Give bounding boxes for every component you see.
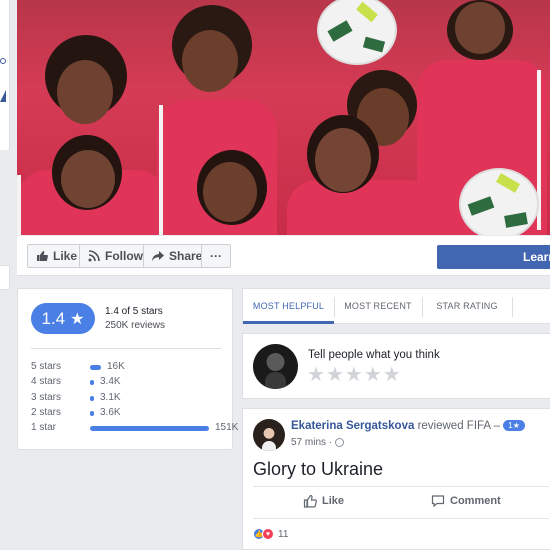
rate-5-stars[interactable]: ★ bbox=[383, 365, 401, 385]
rating-distribution-row[interactable]: 2 stars 3.6K bbox=[31, 407, 226, 421]
child-face bbox=[203, 162, 257, 222]
love-reaction-icon: ♥ bbox=[262, 528, 274, 540]
reaction-summary[interactable]: 👍 ♥ 11 bbox=[253, 528, 288, 540]
rate-2-stars[interactable]: ★ bbox=[326, 365, 344, 385]
review-comment-label: Comment bbox=[450, 495, 501, 507]
distribution-bar bbox=[90, 410, 94, 416]
distribution-count: 3.4K bbox=[100, 376, 121, 388]
rating-badge: 1★ bbox=[503, 420, 525, 431]
distribution-label: 5 stars bbox=[31, 361, 62, 372]
active-tab-indicator bbox=[243, 321, 334, 324]
link-icon bbox=[0, 58, 6, 64]
review-sort-tabs: MOST HELPFUL MOST RECENT STAR RATING bbox=[242, 288, 550, 324]
page-action-bar: Like Follow Share ··· Learn bbox=[17, 236, 550, 276]
distribution-label: 4 stars bbox=[31, 376, 62, 388]
distribution-bar bbox=[90, 426, 209, 432]
child-face bbox=[57, 60, 113, 124]
rate-4-stars[interactable]: ★ bbox=[364, 365, 382, 385]
soccer-ball bbox=[459, 168, 539, 235]
distribution-count: 3.1K bbox=[100, 391, 121, 403]
jersey-stripe bbox=[17, 175, 21, 235]
review-body: Glory to Ukraine bbox=[253, 459, 384, 479]
review-prompt: Tell people what you think bbox=[308, 349, 440, 361]
review-composer: Tell people what you think ★ ★ ★ ★ ★ bbox=[242, 333, 550, 399]
review-header: Ekaterina Sergatskova reviewed FIFA – 1★ bbox=[291, 420, 525, 432]
distribution-bar bbox=[90, 365, 101, 370]
divider bbox=[31, 348, 221, 349]
distribution-count: 16K bbox=[107, 361, 125, 372]
distribution-bar bbox=[90, 395, 94, 401]
like-page-button[interactable]: Like bbox=[27, 244, 87, 268]
review-post: Ekaterina Sergatskova reviewed FIFA – 1★… bbox=[242, 408, 550, 550]
jersey bbox=[287, 180, 437, 235]
reviewer-name[interactable]: Ekaterina Sergatskova bbox=[291, 420, 414, 432]
cover-photo[interactable] bbox=[17, 0, 550, 235]
review-like-button[interactable]: Like bbox=[303, 494, 344, 508]
more-options-button[interactable]: ··· bbox=[201, 244, 231, 268]
rating-score: 1.4 bbox=[41, 308, 66, 328]
follow-button[interactable]: Follow bbox=[79, 244, 152, 268]
learn-more-button[interactable]: Learn bbox=[437, 245, 550, 269]
review-time[interactable]: 57 mins · bbox=[291, 437, 332, 448]
rate-3-stars[interactable]: ★ bbox=[345, 365, 363, 385]
globe-icon bbox=[335, 438, 345, 447]
logo-fragment bbox=[0, 90, 6, 102]
distribution-bar bbox=[90, 380, 94, 386]
child-face bbox=[315, 128, 371, 192]
child-face bbox=[455, 2, 505, 54]
reviewer-avatar[interactable] bbox=[253, 419, 285, 451]
share-arrow-icon bbox=[152, 251, 164, 261]
like-label: Like bbox=[53, 249, 78, 263]
review-meta: 57 mins · bbox=[291, 437, 345, 448]
distribution-count: 3.6K bbox=[100, 406, 121, 418]
tab-star-rating[interactable]: STAR RATING bbox=[423, 289, 511, 324]
star-icon: ★ bbox=[70, 310, 85, 328]
rating-distribution-row[interactable]: 3 stars 3.1K bbox=[31, 392, 226, 406]
follow-label: Follow bbox=[105, 249, 143, 263]
share-label: Share bbox=[169, 249, 203, 263]
left-column-edge bbox=[0, 0, 10, 150]
rating-distribution-row[interactable]: 1 star 151K bbox=[31, 422, 238, 436]
comment-bubble-icon bbox=[431, 495, 445, 508]
rating-distribution-row[interactable]: 4 stars 3.4K bbox=[31, 376, 226, 390]
distribution-count: 151K bbox=[215, 422, 239, 434]
distribution-label: 3 stars bbox=[31, 391, 62, 403]
child-face bbox=[61, 150, 115, 208]
distribution-label: 1 star bbox=[31, 422, 57, 434]
tab-most-recent[interactable]: MOST RECENT bbox=[335, 289, 421, 324]
divider bbox=[253, 518, 549, 519]
soccer-ball bbox=[317, 0, 397, 65]
review-comment-button[interactable]: Comment bbox=[431, 494, 501, 508]
current-user-avatar bbox=[253, 344, 298, 389]
distribution-label: 2 stars bbox=[31, 406, 62, 418]
rating-distribution-row[interactable]: 5 stars 16K bbox=[31, 361, 226, 375]
thumbs-up-outline-icon bbox=[303, 494, 317, 508]
tab-separator bbox=[512, 297, 513, 317]
tab-most-helpful[interactable]: MOST HELPFUL bbox=[243, 289, 334, 324]
jersey-stripe bbox=[159, 105, 163, 235]
reaction-count: 11 bbox=[278, 528, 289, 540]
review-count: 250K reviews bbox=[105, 320, 166, 331]
left-column-edge-lower bbox=[0, 265, 10, 290]
review-action-text: reviewed FIFA – bbox=[417, 420, 501, 432]
rating-summary-text: 1.4 of 5 stars bbox=[105, 306, 163, 317]
rss-follow-icon bbox=[88, 250, 100, 262]
rating-score-pill: 1.4 ★ bbox=[31, 303, 95, 334]
review-like-label: Like bbox=[322, 495, 345, 507]
star-rating-input: ★ ★ ★ ★ ★ bbox=[307, 365, 401, 385]
more-dots-icon: ··· bbox=[210, 249, 222, 263]
child-face bbox=[182, 30, 238, 92]
rate-1-star[interactable]: ★ bbox=[307, 365, 325, 385]
thumbs-up-icon bbox=[37, 251, 48, 261]
rating-summary-card: 1.4 ★ 1.4 of 5 stars 250K reviews 5 star… bbox=[17, 288, 238, 450]
divider bbox=[253, 486, 549, 487]
